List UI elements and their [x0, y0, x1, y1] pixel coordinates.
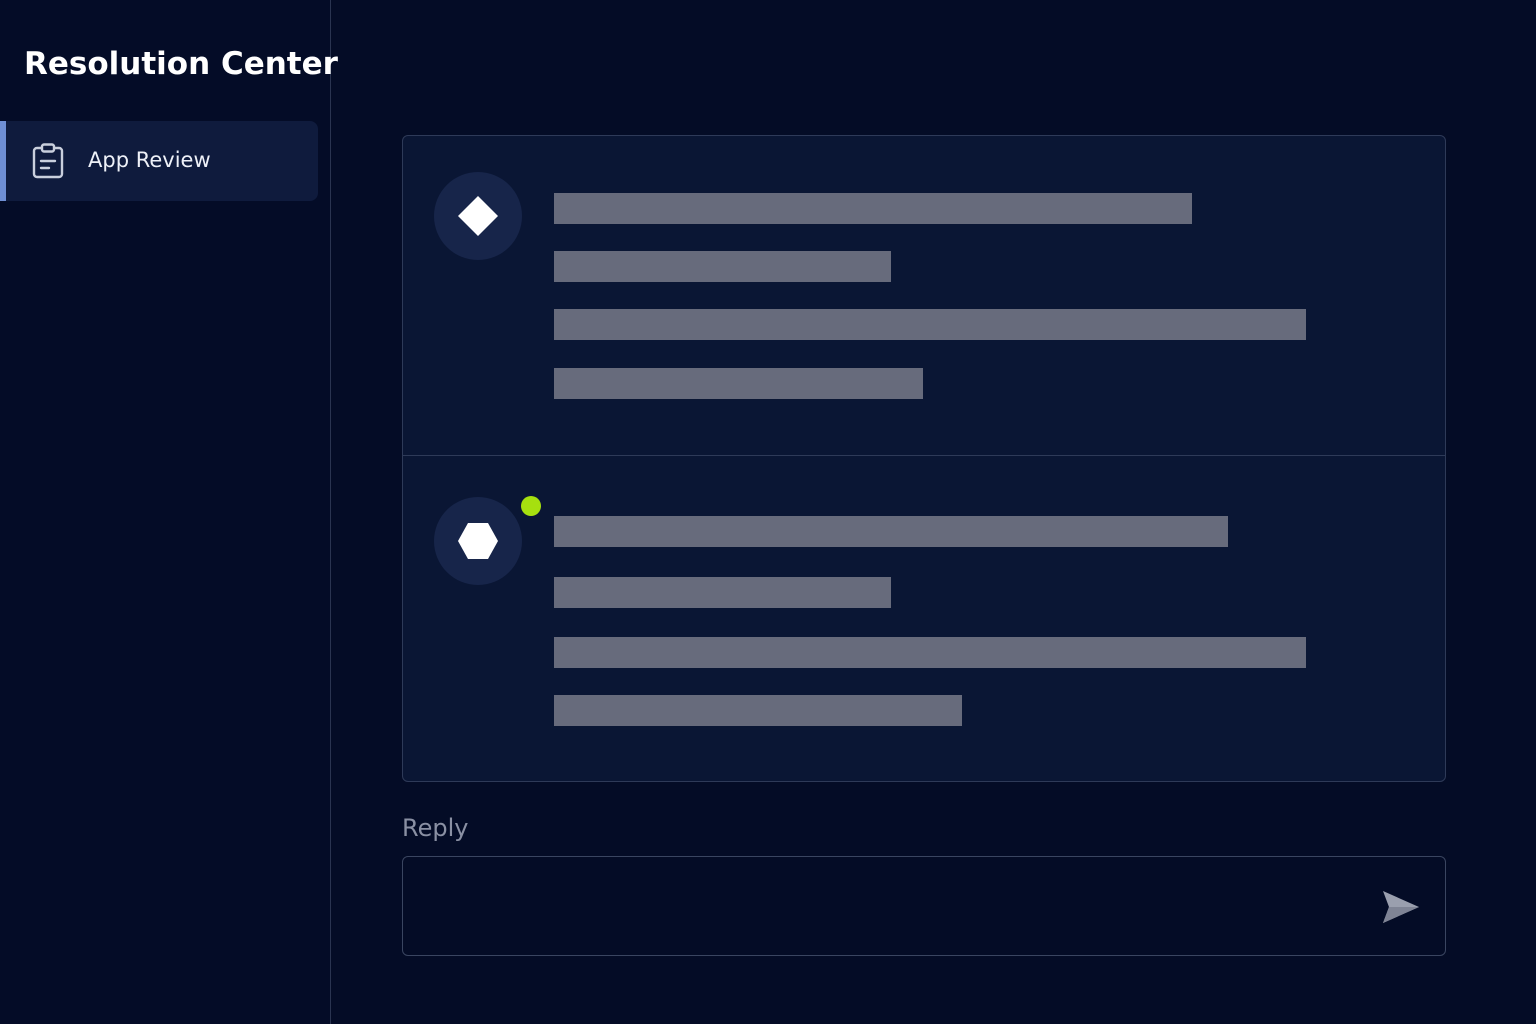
reply-label: Reply: [402, 814, 469, 842]
active-indicator: [0, 121, 6, 201]
redacted-text-line: [554, 251, 891, 282]
message-item: [403, 456, 1445, 781]
redacted-text-line: [554, 368, 923, 399]
sidebar: Resolution Center App Review: [0, 0, 338, 1024]
redacted-text-line: [554, 309, 1306, 340]
hexagon-icon: [458, 523, 498, 559]
avatar: [434, 497, 522, 585]
redacted-text-line: [554, 695, 962, 726]
sidebar-title: Resolution Center: [24, 46, 338, 82]
message-thread: [402, 135, 1446, 782]
redacted-text-line: [554, 637, 1306, 668]
sidebar-item-label: App Review: [88, 148, 211, 172]
clipboard-icon: [32, 143, 64, 179]
redacted-text-line: [554, 516, 1228, 547]
reply-input[interactable]: [419, 857, 1359, 955]
reply-field[interactable]: [402, 856, 1446, 956]
send-button[interactable]: [1379, 887, 1423, 927]
send-icon: [1383, 891, 1419, 923]
online-status-dot: [521, 496, 541, 516]
avatar: [434, 172, 522, 260]
message-item: [403, 136, 1445, 456]
diamond-icon: [458, 196, 498, 236]
redacted-text-line: [554, 193, 1192, 224]
redacted-text-line: [554, 577, 891, 608]
sidebar-item-app-review[interactable]: App Review: [0, 121, 318, 201]
